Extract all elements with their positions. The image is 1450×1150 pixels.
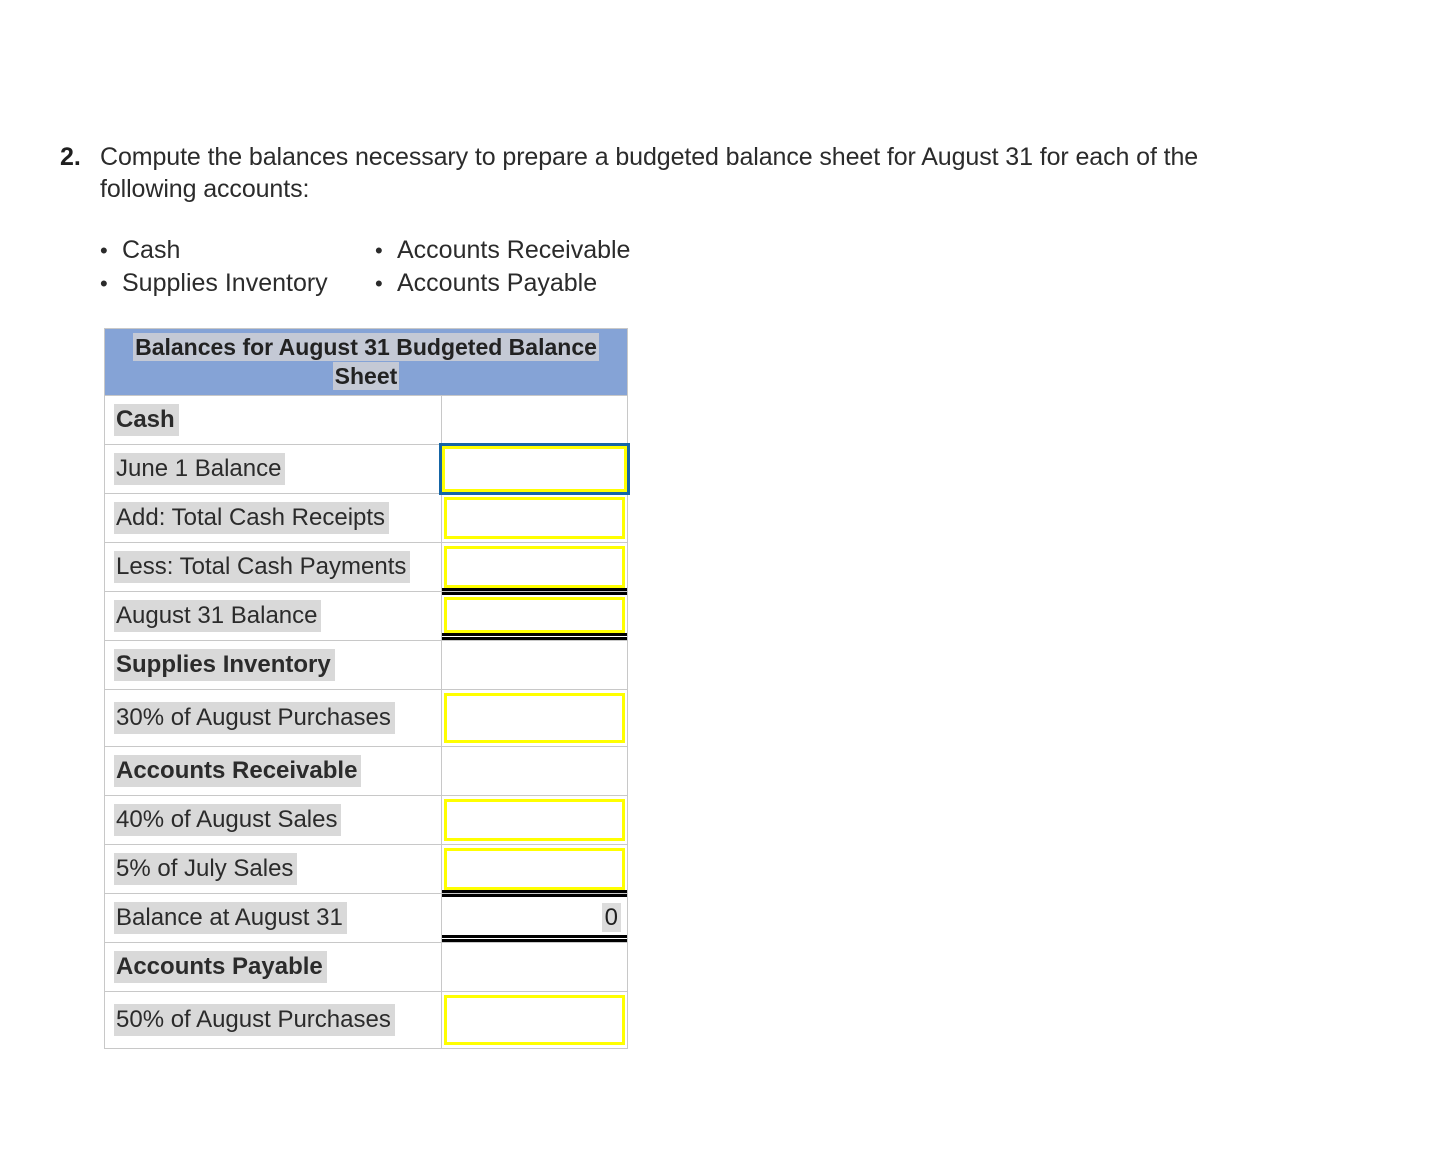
row-label-text: August 31 Balance — [114, 600, 322, 632]
row-label-text: 50% of August Purchases — [114, 1004, 395, 1036]
row-label-text: Less: Total Cash Payments — [114, 551, 411, 583]
table-row: August 31 Balance — [104, 591, 628, 641]
row-label-balance-at-august-31: Balance at August 31 — [104, 893, 442, 943]
input-40-percent-august-sales[interactable] — [444, 799, 625, 841]
account-bullet-list: • Cash • Supplies Inventory • Accounts R… — [100, 234, 630, 300]
row-value-august-31-balance[interactable] — [441, 591, 628, 641]
row-value-supplies-inventory — [441, 640, 628, 690]
row-value-balance-at-august-31: 0 — [441, 893, 628, 943]
table-row: June 1 Balance — [104, 443, 630, 495]
row-label-40-percent-august-sales: 40% of August Sales — [104, 795, 442, 845]
list-item-label: Accounts Payable — [397, 269, 598, 297]
balance-at-august-31-value: 0 — [601, 903, 621, 932]
list-item: • Cash — [100, 234, 375, 267]
row-label-30-percent-august-purchases: 30% of August Purchases — [104, 689, 442, 747]
list-item-label: Cash — [122, 236, 181, 264]
table-header-row: Balances for August 31 Budgeted Balance … — [104, 328, 628, 396]
row-label-accounts-receivable: Accounts Receivable — [104, 746, 442, 796]
input-30-percent-august-purchases[interactable] — [444, 693, 625, 743]
row-value-june-1-balance[interactable] — [439, 443, 630, 495]
total-rule-double-bottom — [442, 935, 627, 942]
row-label-50-percent-august-purchases: 50% of August Purchases — [104, 991, 442, 1049]
list-item-label: Accounts Receivable — [397, 236, 631, 264]
account-list-column-1: • Cash • Supplies Inventory — [100, 234, 375, 300]
row-label-text: 30% of August Purchases — [114, 702, 395, 734]
row-label-text: Accounts Receivable — [114, 755, 362, 787]
subtotal-rule — [442, 588, 627, 591]
account-list-column-2: • Accounts Receivable • Accounts Payable — [375, 234, 630, 300]
table-row: 5% of July Sales — [104, 844, 628, 894]
bullet-icon: • — [100, 271, 108, 296]
row-value-30-percent-august-purchases[interactable] — [441, 689, 628, 747]
total-rule-top — [442, 592, 627, 595]
row-value-add-total-cash-receipts[interactable] — [441, 493, 628, 543]
row-label-text: Cash — [114, 404, 179, 436]
row-label-text: 5% of July Sales — [114, 853, 298, 885]
list-item: • Supplies Inventory — [100, 267, 375, 300]
table-row: Accounts Receivable — [104, 746, 628, 796]
table-title-cell: Balances for August 31 Budgeted Balance … — [104, 328, 628, 396]
bullet-icon: • — [100, 238, 108, 263]
question-number: 2. — [60, 143, 81, 171]
table-row: Less: Total Cash Payments — [104, 542, 628, 592]
row-label-accounts-payable: Accounts Payable — [104, 942, 442, 992]
table-title: Balances for August 31 Budgeted Balance … — [133, 333, 599, 390]
row-value-5-percent-july-sales[interactable] — [441, 844, 628, 894]
row-value-40-percent-august-sales[interactable] — [441, 795, 628, 845]
row-value-less-total-cash-payments[interactable] — [441, 542, 628, 592]
row-label-supplies-inventory: Supplies Inventory — [104, 640, 442, 690]
input-less-total-cash-payments[interactable] — [444, 546, 625, 588]
row-label-text: Add: Total Cash Receipts — [114, 502, 390, 534]
input-add-total-cash-receipts[interactable] — [444, 497, 625, 539]
table-row: Accounts Payable — [104, 942, 628, 992]
list-item-label: Supplies Inventory — [122, 269, 328, 297]
row-label-5-percent-july-sales: 5% of July Sales — [104, 844, 442, 894]
row-label-add-total-cash-receipts: Add: Total Cash Receipts — [104, 493, 442, 543]
row-label-june-1-balance: June 1 Balance — [104, 444, 442, 494]
row-value-cash — [441, 395, 628, 445]
input-june-1-balance[interactable] — [439, 443, 630, 495]
subtotal-rule — [442, 890, 627, 893]
row-value-accounts-receivable — [441, 746, 628, 796]
table-row: Supplies Inventory — [104, 640, 628, 690]
row-label-less-total-cash-payments: Less: Total Cash Payments — [104, 542, 442, 592]
input-50-percent-august-purchases[interactable] — [444, 995, 625, 1045]
table-row: 50% of August Purchases — [104, 991, 628, 1049]
budgeted-balance-sheet-table: Balances for August 31 Budgeted Balance … — [104, 328, 630, 1049]
question-block: 2. Compute the balances necessary to pre… — [60, 141, 1290, 205]
row-label-text: 40% of August Sales — [114, 804, 342, 836]
total-rule-top — [442, 894, 627, 897]
row-label-text: Accounts Payable — [114, 951, 327, 983]
row-value-accounts-payable — [441, 942, 628, 992]
table-row: Balance at August 31 0 — [104, 893, 628, 943]
list-item: • Accounts Receivable — [375, 234, 630, 267]
bullet-icon: • — [375, 271, 383, 296]
input-5-percent-july-sales[interactable] — [444, 848, 625, 890]
question-text: Compute the balances necessary to prepar… — [100, 143, 1199, 203]
row-label-cash: Cash — [104, 395, 442, 445]
row-label-text: June 1 Balance — [114, 453, 286, 485]
bullet-icon: • — [375, 238, 383, 263]
input-august-31-balance[interactable] — [444, 597, 625, 633]
row-value-50-percent-august-purchases[interactable] — [441, 991, 628, 1049]
row-label-text: Supplies Inventory — [114, 649, 335, 681]
row-label-text: Balance at August 31 — [114, 902, 347, 934]
list-item: • Accounts Payable — [375, 267, 630, 300]
total-rule-double-bottom — [442, 633, 627, 640]
table-row: 40% of August Sales — [104, 795, 628, 845]
table-row: Add: Total Cash Receipts — [104, 493, 628, 543]
row-label-august-31-balance: August 31 Balance — [104, 591, 442, 641]
table-row: Cash — [104, 395, 628, 445]
table-row: 30% of August Purchases — [104, 689, 628, 747]
balance-at-august-31-value-wrapper: 0 — [601, 903, 621, 932]
